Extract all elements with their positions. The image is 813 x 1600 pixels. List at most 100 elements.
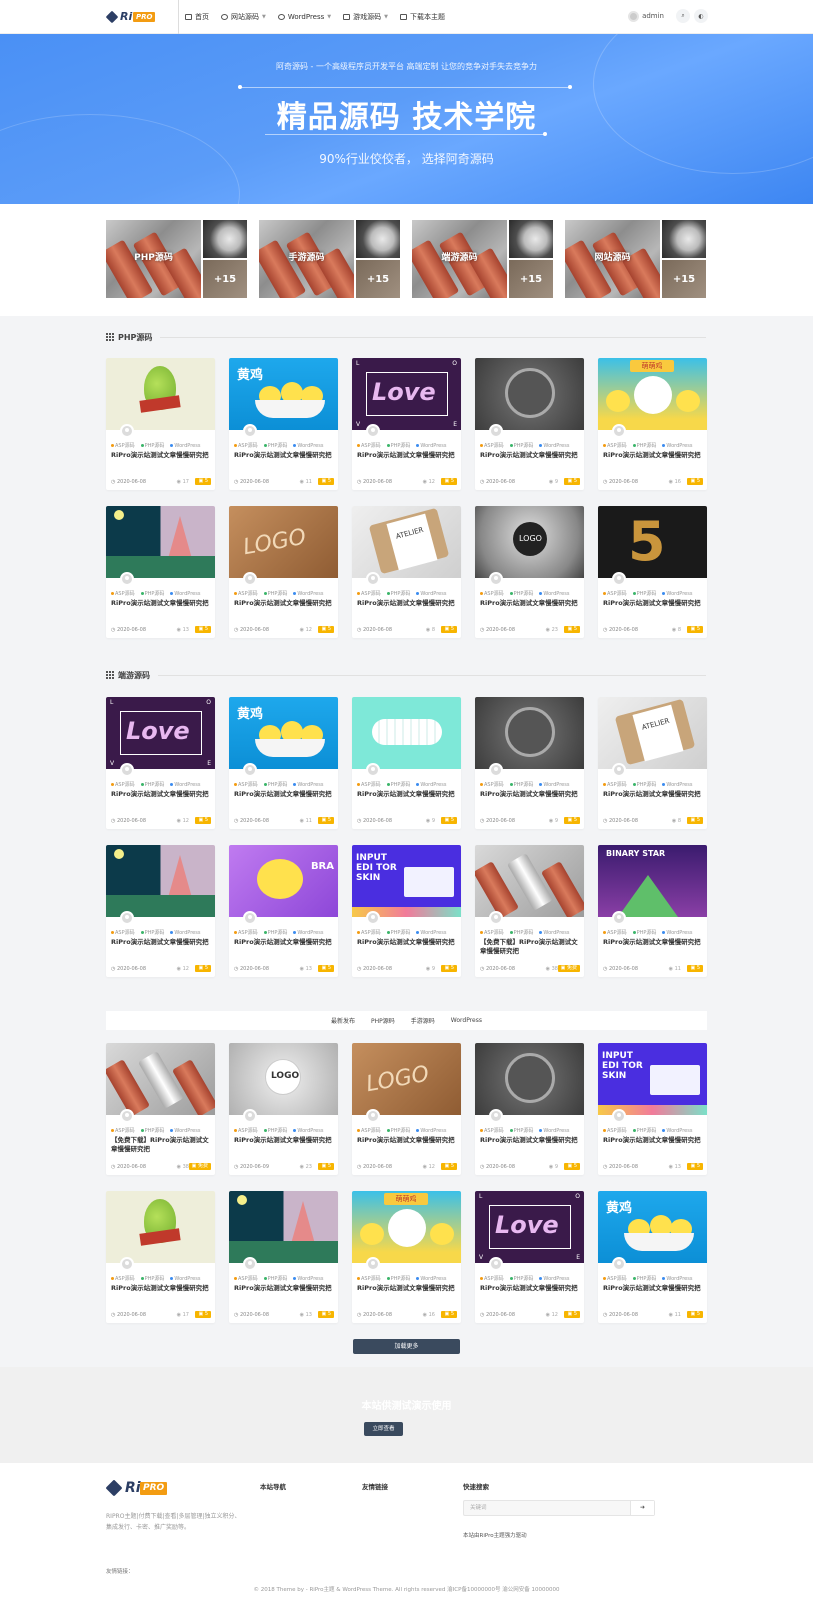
logo-mockup-image[interactable]: LOGO [229,1043,338,1115]
post-category-tag[interactable]: PHP源码 [140,1128,168,1134]
post-category-tag[interactable]: ASP源码 [234,930,261,936]
post-category-tag[interactable]: PHP源码 [509,591,537,597]
post-title[interactable]: RiPro演示站测试文章慢慢研究把 [603,599,703,608]
cans-mockup-image[interactable] [475,845,584,917]
post-category-tag[interactable]: PHP源码 [386,591,414,597]
author-avatar[interactable] [366,1257,380,1271]
post-title[interactable]: RiPro演示站测试文章慢慢研究把 [603,1284,703,1293]
author-avatar[interactable] [366,1109,380,1123]
category-tile[interactable]: +15 端游源码 [412,220,553,298]
post-card[interactable]: 黄鸡 ASP源码 PHP源码 WordPress RiPro演示站测试文章慢慢研究把 ◷ … [229,697,338,829]
post-category-tag[interactable]: WordPress [416,1276,449,1282]
logo-mockup-image[interactable]: LOGO [352,1043,461,1115]
post-title[interactable]: RiPro演示站测试文章慢慢研究把 [357,599,457,608]
post-category-tag[interactable]: PHP源码 [632,930,660,936]
cans-mockup-image[interactable] [106,1043,215,1115]
post-card[interactable]: ATELIER ASP源码 PHP源码 WordPress RiPro演示站测试文章慢慢… [598,697,707,829]
author-avatar[interactable] [489,911,503,925]
post-title[interactable]: 【免费下载】RiPro演示站测试文章慢慢研究把 [480,938,580,956]
post-category-tag[interactable]: WordPress [293,1128,326,1134]
post-category-tag[interactable]: ASP源码 [234,591,261,597]
yellow-chick-image[interactable]: 黄鸡 [598,1191,707,1263]
post-card[interactable]: Love L O V E ASP源码 PHP源码 WordPress RiPro演示站测试文章慢… [352,358,461,490]
post-category-tag[interactable]: ASP源码 [603,782,630,788]
post-category-tag[interactable]: PHP源码 [386,930,414,936]
post-category-tag[interactable]: PHP源码 [140,782,168,788]
tube-render-image[interactable] [352,697,461,769]
post-category-tag[interactable]: ASP源码 [357,1128,384,1134]
author-avatar[interactable] [120,572,134,586]
post-category-tag[interactable]: PHP源码 [140,591,168,597]
nav-wordpress[interactable]: WordPress ▼ [277,13,331,21]
post-category-tag[interactable]: WordPress [539,591,572,597]
mountain-scene-image[interactable] [106,506,215,578]
load-more-button[interactable]: 加载更多 [353,1339,460,1354]
post-card[interactable]: ASP源码 PHP源码 WordPress RiPro演示站测试文章慢慢研究把 ◷ 20… [352,697,461,829]
author-avatar[interactable] [612,911,626,925]
post-category-tag[interactable]: PHP源码 [632,782,660,788]
post-title[interactable]: RiPro演示站测试文章慢慢研究把 [234,790,334,799]
seal-stamp-image[interactable] [475,697,584,769]
post-category-tag[interactable]: PHP源码 [263,1276,291,1282]
post-category-tag[interactable]: ASP源码 [603,591,630,597]
post-category-tag[interactable]: PHP源码 [386,782,414,788]
seal-stamp-image[interactable] [475,358,584,430]
author-avatar[interactable] [489,763,503,777]
author-avatar[interactable] [489,424,503,438]
post-category-tag[interactable]: ASP源码 [357,1276,384,1282]
purple-chick-image[interactable]: BRA [229,845,338,917]
post-category-tag[interactable]: ASP源码 [234,1276,261,1282]
post-category-tag[interactable]: WordPress [293,782,326,788]
post-category-tag[interactable]: ASP源码 [480,1128,507,1134]
post-title[interactable]: RiPro演示站测试文章慢慢研究把 [480,1136,580,1145]
post-card[interactable]: ASP源码 PHP源码 WordPress RiPro演示站测试文章慢慢研究把 ◷ 20… [475,1043,584,1175]
post-category-tag[interactable]: PHP源码 [386,1276,414,1282]
nav-download-theme[interactable]: 下载本主题 [400,12,445,22]
editor-skin-image[interactable]: INPUT EDI TOR SKIN [352,845,461,917]
pear-mascot-image[interactable] [106,1191,215,1263]
post-category-tag[interactable]: PHP源码 [140,443,168,449]
user-avatar[interactable] [628,10,640,22]
cta-view-button[interactable]: 立即查看 [364,1422,403,1436]
post-category-tag[interactable]: ASP源码 [603,930,630,936]
author-avatar[interactable] [120,1109,134,1123]
post-category-tag[interactable]: WordPress [662,930,695,936]
post-category-tag[interactable]: PHP源码 [263,930,291,936]
tab-latest[interactable]: 最新发布 [331,1016,355,1025]
yellow-chick-image[interactable]: 黄鸡 [229,697,338,769]
nav-home[interactable]: 首页 [185,12,209,22]
author-avatar[interactable] [489,1109,503,1123]
post-category-tag[interactable]: ASP源码 [111,930,138,936]
post-category-tag[interactable]: PHP源码 [263,1128,291,1134]
post-card[interactable]: LOGO ASP源码 PHP源码 WordPress RiPro演示站测试文章慢慢研究把… [352,1043,461,1175]
post-category-tag[interactable]: PHP源码 [263,591,291,597]
post-category-tag[interactable]: WordPress [170,1276,203,1282]
post-category-tag[interactable]: WordPress [293,930,326,936]
post-category-tag[interactable]: WordPress [662,591,695,597]
author-avatar[interactable] [612,572,626,586]
post-title[interactable]: RiPro演示站测试文章慢慢研究把 [603,938,703,947]
post-category-tag[interactable]: ASP源码 [357,930,384,936]
post-title[interactable]: RiPro演示站测试文章慢慢研究把 [357,1284,457,1293]
category-tile[interactable]: +15 PHP源码 [106,220,247,298]
post-card[interactable]: 黄鸡 ASP源码 PHP源码 WordPress RiPro演示站测试文章慢慢研究把 ◷ … [598,1191,707,1323]
post-title[interactable]: RiPro演示站测试文章慢慢研究把 [603,1136,703,1145]
post-card[interactable]: ASP源码 PHP源码 WordPress RiPro演示站测试文章慢慢研究把 ◷ 20… [106,506,215,638]
author-avatar[interactable] [120,763,134,777]
footer-powered-note[interactable]: 本站由RiPro主题强力驱动 [463,1531,527,1539]
cute-birds-image[interactable]: 萌萌鸡 [352,1191,461,1263]
user-name[interactable]: admin [642,12,664,20]
author-avatar[interactable] [366,763,380,777]
post-title[interactable]: RiPro演示站测试文章慢慢研究把 [111,451,211,460]
post-category-tag[interactable]: WordPress [539,1276,572,1282]
post-category-tag[interactable]: WordPress [170,443,203,449]
post-category-tag[interactable]: ASP源码 [603,443,630,449]
site-logo[interactable]: Ri PRO [105,9,156,25]
logo-mockup-image[interactable]: LOGO [229,506,338,578]
post-category-tag[interactable]: PHP源码 [632,443,660,449]
seal-stamp-image[interactable] [475,1043,584,1115]
post-card[interactable]: 萌萌鸡 ASP源码 PHP源码 WordPress RiPro演示站测试文章慢慢研究把 ◷… [352,1191,461,1323]
tab-php[interactable]: PHP源码 [371,1016,395,1025]
post-category-tag[interactable]: ASP源码 [111,782,138,788]
post-card[interactable]: ASP源码 PHP源码 WordPress RiPro演示站测试文章慢慢研究把 ◷ 20… [475,358,584,490]
